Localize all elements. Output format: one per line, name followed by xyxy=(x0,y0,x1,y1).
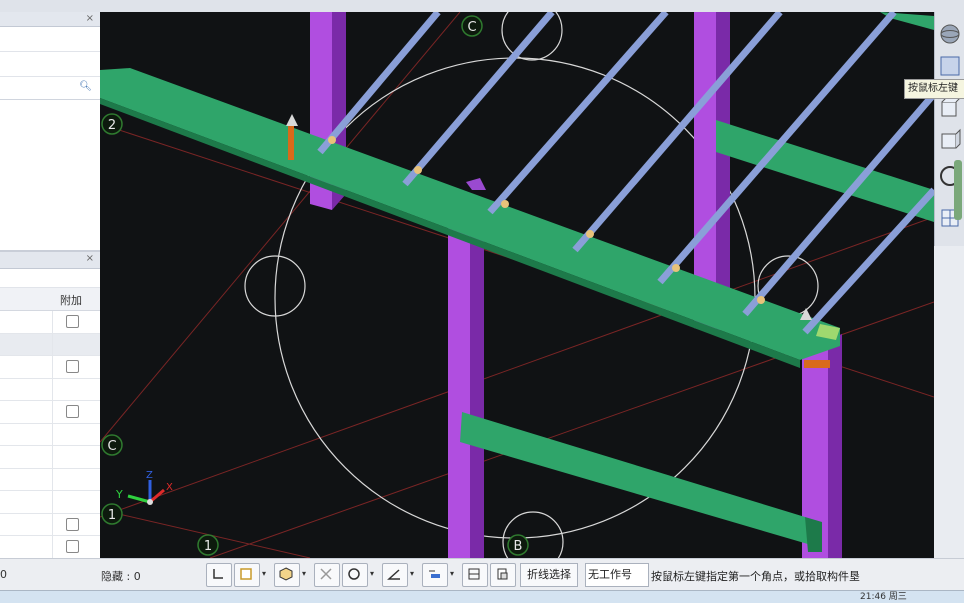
list-column-header: 附加 xyxy=(0,288,100,311)
table-row[interactable] xyxy=(0,311,100,334)
view-cube-icon[interactable] xyxy=(938,54,962,78)
grid-label-c-top: C xyxy=(467,20,476,35)
taskbar: 21:46 周三 xyxy=(0,590,964,603)
paste-button[interactable] xyxy=(490,563,516,587)
command-prompt: 按鼠标左键指定第一个角点，或拾取构件垦 xyxy=(651,570,860,583)
chevron-down-icon[interactable]: ▾ xyxy=(407,563,417,585)
column-divider xyxy=(52,333,53,355)
grid-label-b-bottom: B xyxy=(514,539,523,554)
workset-select[interactable]: 无工作号 xyxy=(585,563,649,587)
marker-bar-right xyxy=(804,360,830,368)
delete-button[interactable] xyxy=(314,563,340,587)
table-row[interactable] xyxy=(0,491,100,514)
search-input[interactable]: 🔍︎ xyxy=(0,77,100,100)
status-count: 0 xyxy=(0,568,7,581)
chevron-down-icon[interactable]: ▾ xyxy=(299,563,309,585)
hidden-count: 隐藏 : 0 xyxy=(101,570,141,583)
table-row[interactable] xyxy=(0,536,100,559)
view-mode-button[interactable] xyxy=(274,563,300,587)
marker-post-left xyxy=(288,126,294,160)
list-toolbar-row xyxy=(0,269,100,288)
table-row[interactable] xyxy=(0,378,100,401)
column-divider xyxy=(52,513,53,535)
table-row[interactable] xyxy=(0,333,100,356)
close-icon[interactable]: × xyxy=(86,12,94,26)
column-divider xyxy=(52,356,53,378)
attach-checkbox[interactable] xyxy=(66,360,79,373)
rotate-box-icon[interactable] xyxy=(938,128,962,152)
grid-line-c xyxy=(100,12,461,443)
left-panel: × 🔍︎ × 附加 xyxy=(0,12,101,559)
search-icon[interactable]: 🔍︎ xyxy=(79,81,92,92)
table-row[interactable] xyxy=(0,423,100,446)
list-rows xyxy=(0,311,100,559)
purlin-3 xyxy=(487,12,669,215)
snap-mode-button[interactable] xyxy=(234,563,260,587)
grid-toggle-button[interactable] xyxy=(462,563,488,587)
table-row[interactable] xyxy=(0,356,100,379)
grid-label-2-left: 2 xyxy=(108,118,116,133)
purlin-2 xyxy=(402,12,555,187)
axis-x-label: X xyxy=(166,482,173,493)
grid-label-1-bottom: 1 xyxy=(204,539,212,554)
marker-arrow-right xyxy=(800,308,812,320)
column-4-side xyxy=(828,334,842,558)
status-bar: 0 隐藏 : 0 ▾ ▾ ▾ ▾ ▾ 折线选择 无工作号 按鼠标左键指定第一个角… xyxy=(0,558,964,591)
model-canvas[interactable]: C 2 C 1 1 B 2 Y X Z xyxy=(100,12,934,558)
rotate-button[interactable] xyxy=(342,563,368,587)
taskbar-clock: 21:46 周三 xyxy=(860,592,907,602)
chevron-down-icon[interactable]: ▾ xyxy=(367,563,377,585)
table-row[interactable] xyxy=(0,446,100,469)
secondary-beam-lower xyxy=(460,412,818,547)
table-row[interactable] xyxy=(0,401,100,424)
column-divider xyxy=(52,401,53,423)
axis-y-label: Y xyxy=(115,488,123,501)
sphere-view-icon[interactable] xyxy=(938,22,962,46)
panel-field-row[interactable] xyxy=(0,27,100,52)
attach-checkbox[interactable] xyxy=(66,517,79,531)
column-divider xyxy=(52,311,53,333)
grid-label-c-left: C xyxy=(107,439,116,454)
toolbar-tooltip: 按鼠标左键 xyxy=(904,79,964,99)
table-row[interactable] xyxy=(0,513,100,536)
column-divider xyxy=(52,468,53,490)
column-divider xyxy=(52,423,53,445)
purlin-7 xyxy=(802,187,934,335)
column-2 xyxy=(448,202,470,558)
axis-z-label: Z xyxy=(146,470,153,481)
axis-gizmo-icon: Y X Z xyxy=(115,470,173,505)
column-2-side xyxy=(470,204,484,558)
table-row[interactable] xyxy=(0,468,100,491)
cursor-marker xyxy=(466,178,486,190)
column-header-attach: 附加 xyxy=(60,294,82,307)
column-divider xyxy=(52,446,53,468)
ortho-button[interactable] xyxy=(206,563,232,587)
box-view-icon[interactable] xyxy=(938,96,962,120)
properties-panel-header: × xyxy=(0,12,100,27)
panel-field-row[interactable] xyxy=(0,52,100,77)
grid-label-1-left: 1 xyxy=(108,508,116,523)
3d-model-viewport[interactable]: C 2 C 1 1 B 2 Y X Z xyxy=(100,12,934,558)
chevron-down-icon[interactable]: ▾ xyxy=(447,563,457,585)
column-divider xyxy=(52,536,53,558)
close-icon[interactable]: × xyxy=(86,252,94,266)
column-divider xyxy=(52,378,53,400)
attach-checkbox[interactable] xyxy=(66,540,79,553)
marker-arrow-left xyxy=(286,114,298,126)
tree-view-area[interactable] xyxy=(0,100,100,252)
angle-button[interactable] xyxy=(382,563,408,587)
plane-button[interactable] xyxy=(422,563,448,587)
list-panel-header: × xyxy=(0,252,100,269)
chevron-down-icon[interactable]: ▾ xyxy=(259,563,269,585)
viewport-scrollbar[interactable] xyxy=(954,160,962,220)
attach-checkbox[interactable] xyxy=(66,405,79,418)
attach-checkbox[interactable] xyxy=(66,315,79,328)
polyline-select-button[interactable]: 折线选择 xyxy=(520,563,578,587)
window-top-strip xyxy=(0,0,964,12)
column-divider xyxy=(52,491,53,513)
